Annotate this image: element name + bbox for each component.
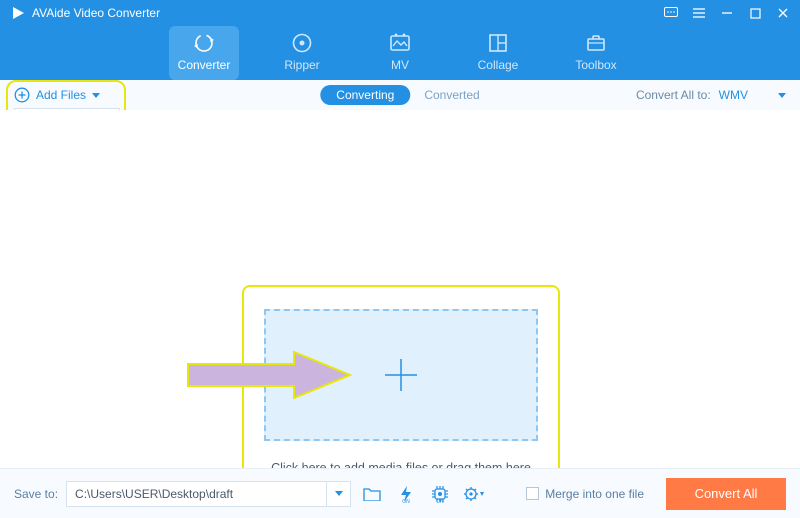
checkbox-icon [526,487,539,500]
merge-label: Merge into one file [545,487,644,501]
add-files-button[interactable]: Add Files [14,87,100,103]
maximize-icon[interactable] [748,6,762,20]
play-icon [10,5,26,21]
tab-mv-label: MV [391,58,409,72]
add-files-label: Add Files [36,88,86,102]
subbar: Add Files Converting Converted Convert A… [0,80,800,110]
chevron-down-icon [335,491,343,496]
convert-all-to-label: Convert All to: [636,88,711,102]
svg-text:ON: ON [402,499,410,503]
convert-all-to: Convert All to: WMV [636,88,786,102]
plus-circle-icon [14,87,30,103]
folder-icon [363,486,381,501]
menu-icon[interactable] [692,6,706,20]
mv-icon [389,32,411,54]
open-folder-button[interactable] [359,481,385,507]
tab-converted[interactable]: Converted [424,88,479,102]
plus-icon [381,355,421,395]
status-tabs: Converting Converted [320,85,479,105]
tab-toolbox[interactable]: Toolbox [561,26,631,80]
collage-icon [487,32,509,54]
content-area: Click here to add media files or drag th… [0,110,800,468]
tab-collage-label: Collage [478,58,519,72]
save-path-dropdown[interactable] [326,482,350,506]
output-format-select[interactable]: WMV [719,88,786,102]
close-icon[interactable] [776,6,790,20]
tab-converter-label: Converter [178,58,231,72]
settings-button[interactable] [461,481,487,507]
tutorial-arrow-icon [184,350,354,400]
tab-ripper[interactable]: Ripper [267,26,337,80]
save-to-label: Save to: [14,487,58,501]
gpu-accel-button[interactable]: ON [393,481,419,507]
save-path-input[interactable] [67,487,326,501]
converter-icon [193,32,215,54]
chevron-down-icon [778,93,786,98]
svg-text:ON: ON [436,499,444,503]
output-format-value: WMV [719,88,748,102]
tab-mv[interactable]: MV [365,26,435,80]
chevron-down-icon [92,93,100,98]
nav-tabs: Converter Ripper MV Collage Toolbox [169,26,631,80]
feedback-icon[interactable] [664,6,678,20]
tab-collage[interactable]: Collage [463,26,533,80]
tab-converter[interactable]: Converter [169,26,239,80]
high-speed-button[interactable]: ON [427,481,453,507]
tab-ripper-label: Ripper [284,58,319,72]
minimize-icon[interactable] [720,6,734,20]
tab-toolbox-label: Toolbox [575,58,616,72]
gear-icon [463,486,485,502]
header: AVAide Video Converter Conver [0,0,800,80]
tab-converting[interactable]: Converting [320,85,410,105]
flash-icon: ON [398,485,414,503]
titlebar: AVAide Video Converter [0,0,800,26]
app-title: AVAide Video Converter [32,6,160,20]
toolbox-icon [585,32,607,54]
ripper-icon [291,32,313,54]
window-controls [664,6,790,20]
save-path-field [66,481,351,507]
footer: Save to: ON ON Merge into one file Conve… [0,468,800,518]
app-logo: AVAide Video Converter [10,5,160,21]
convert-all-button[interactable]: Convert All [666,478,786,510]
chip-icon: ON [431,485,449,503]
merge-checkbox[interactable]: Merge into one file [526,487,644,501]
